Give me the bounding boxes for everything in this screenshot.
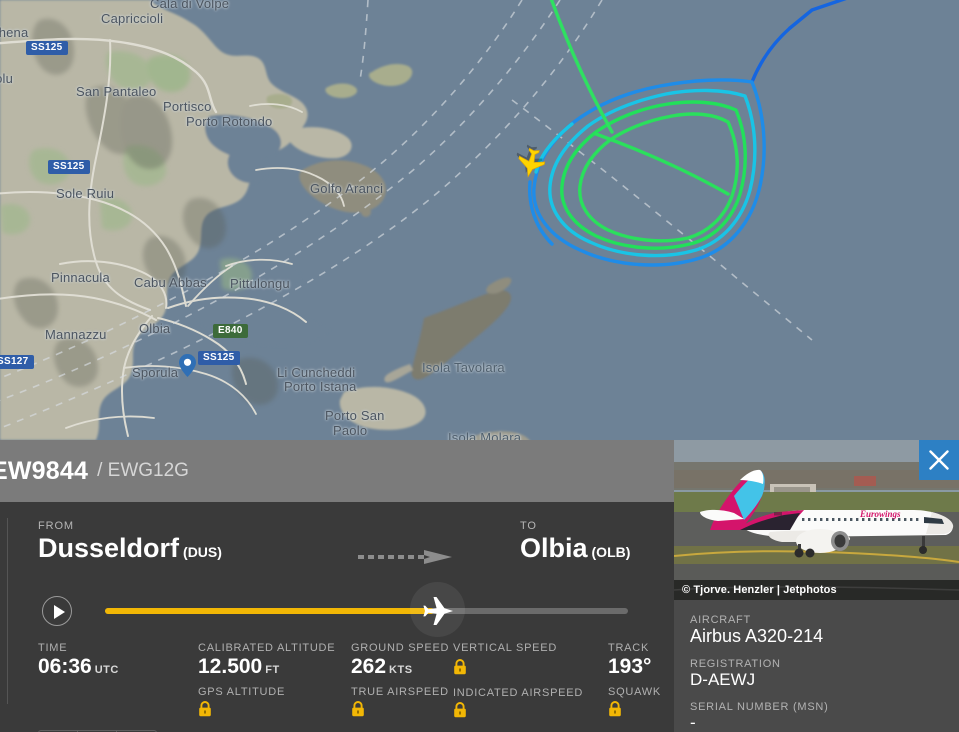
metric-calt-unit: FT xyxy=(265,664,280,676)
svg-text:Eurowings: Eurowings xyxy=(859,509,901,519)
metric-gs-unit: KTS xyxy=(389,664,413,676)
callsign-separator: / xyxy=(97,460,103,481)
road-shield: SS125 xyxy=(198,351,240,365)
road-shield: SS125 xyxy=(26,41,68,55)
close-button[interactable] xyxy=(919,440,959,480)
origin-city-name: Dusseldorf xyxy=(38,533,180,563)
flight-number: EW9844 xyxy=(0,456,89,485)
route-arrow-icon xyxy=(358,550,452,564)
flight-progress-row xyxy=(38,582,658,637)
serial-number-label: SERIAL NUMBER (MSN) xyxy=(690,701,829,713)
destination-city: Olbia (OLB) xyxy=(520,534,630,562)
serial-number-value: - xyxy=(690,713,696,732)
lock-icon[interactable] xyxy=(453,659,467,675)
road-shield: SS125 xyxy=(48,160,90,174)
aircraft-info-panel: Eurowings © Tjorve. Henzler | Jetphotos … xyxy=(674,440,959,732)
metric-true-airspeed-label: TRUE AIRSPEED xyxy=(351,686,449,698)
lock-icon[interactable] xyxy=(453,702,467,718)
play-button[interactable] xyxy=(42,596,72,626)
origin-label: FROM xyxy=(38,520,74,532)
metric-squawk-label: SQUAWK xyxy=(608,686,661,698)
flight-tracker-app: Cala di VolpeCapricciolichenaioluSan Pan… xyxy=(0,0,959,732)
lock-icon[interactable] xyxy=(198,701,212,717)
road-shield: SS127 xyxy=(0,355,34,369)
aircraft-type-label: AIRCRAFT xyxy=(690,614,751,626)
flight-callsign: / EWG12G xyxy=(97,460,189,482)
metric-indicated-airspeed-label: INDICATED AIRSPEED xyxy=(453,687,584,699)
metric-time-label: TIME xyxy=(38,642,68,654)
registration-value[interactable]: D-AEWJ xyxy=(690,670,943,690)
origin-block[interactable]: FROM Dusseldorf (DUS) xyxy=(38,520,222,562)
origin-iata: (DUS) xyxy=(183,544,222,560)
panel-left-divider xyxy=(7,518,8,704)
metric-gs-number: 262 xyxy=(351,655,387,678)
aircraft-type-value: Airbus A320-214 xyxy=(690,626,824,646)
metric-time-unit: UTC xyxy=(94,664,119,676)
flight-info-panel: EW9844 / EWG12G FROM Dusseldorf (DUS) TO… xyxy=(0,440,674,732)
metric-track-value: 193° xyxy=(608,655,652,678)
progress-plane-icon[interactable] xyxy=(423,595,455,627)
play-triangle-icon xyxy=(54,605,65,619)
road-shield: E840 xyxy=(213,324,248,338)
metric-track-label: TRACK xyxy=(608,642,650,654)
lock-icon[interactable] xyxy=(608,701,622,717)
destination-label: TO xyxy=(520,520,537,532)
metric-vertical-speed: VERTICAL SPEED INDICATED AIRSPEED xyxy=(453,642,583,723)
destination-iata: (OLB) xyxy=(591,544,631,560)
metric-calt-number: 12.500 xyxy=(198,655,263,678)
metric-track: TRACK 193° SQUAWK xyxy=(608,642,661,722)
registration-label: REGISTRATION xyxy=(690,658,781,670)
olbia-airport-marker-icon[interactable] xyxy=(179,354,196,377)
progress-fill xyxy=(105,608,435,614)
metric-calibrated-altitude: CALIBRATED ALTITUDE 12.500 FT GPS ALTITUD… xyxy=(198,642,335,722)
aircraft-details: AIRCRAFT Airbus A320-214 REGISTRATION D-… xyxy=(674,600,959,732)
destination-city-name: Olbia xyxy=(520,533,588,563)
metric-gps-altitude-label: GPS ALTITUDE xyxy=(198,686,286,698)
metric-calt-value: 12.500 FT xyxy=(198,655,335,679)
close-icon xyxy=(929,450,949,470)
metric-time-number: 06:36 xyxy=(38,655,92,678)
origin-city: Dusseldorf (DUS) xyxy=(38,534,222,562)
progress-track[interactable] xyxy=(105,608,628,614)
metric-gs-value: 262 KTS xyxy=(351,655,449,679)
aircraft-photo[interactable]: Eurowings © Tjorve. Henzler | Jetphotos xyxy=(674,440,959,600)
metric-vs-label: VERTICAL SPEED xyxy=(453,642,558,654)
photo-credit: © Tjorve. Henzler | Jetphotos xyxy=(674,580,959,600)
aircraft-photo-image: Eurowings xyxy=(674,440,959,600)
metric-ground-speed: GROUND SPEED 262 KTS TRUE AIRSPEED xyxy=(351,642,449,722)
metric-time: TIME 06:36 UTC xyxy=(38,642,119,679)
flight-panel-header: EW9844 / EWG12G xyxy=(0,440,674,502)
metric-gs-label: GROUND SPEED xyxy=(351,642,450,654)
lock-icon[interactable] xyxy=(351,701,365,717)
destination-block[interactable]: TO Olbia (OLB) xyxy=(520,520,630,562)
metric-calt-label: CALIBRATED ALTITUDE xyxy=(198,642,336,654)
callsign-value: EWG12G xyxy=(107,460,189,481)
flight-panel-body: FROM Dusseldorf (DUS) TO Olbia (OLB) TIM… xyxy=(0,502,674,732)
route-summary: FROM Dusseldorf (DUS) TO Olbia (OLB) xyxy=(38,520,658,580)
metric-time-value: 06:36 UTC xyxy=(38,655,119,679)
